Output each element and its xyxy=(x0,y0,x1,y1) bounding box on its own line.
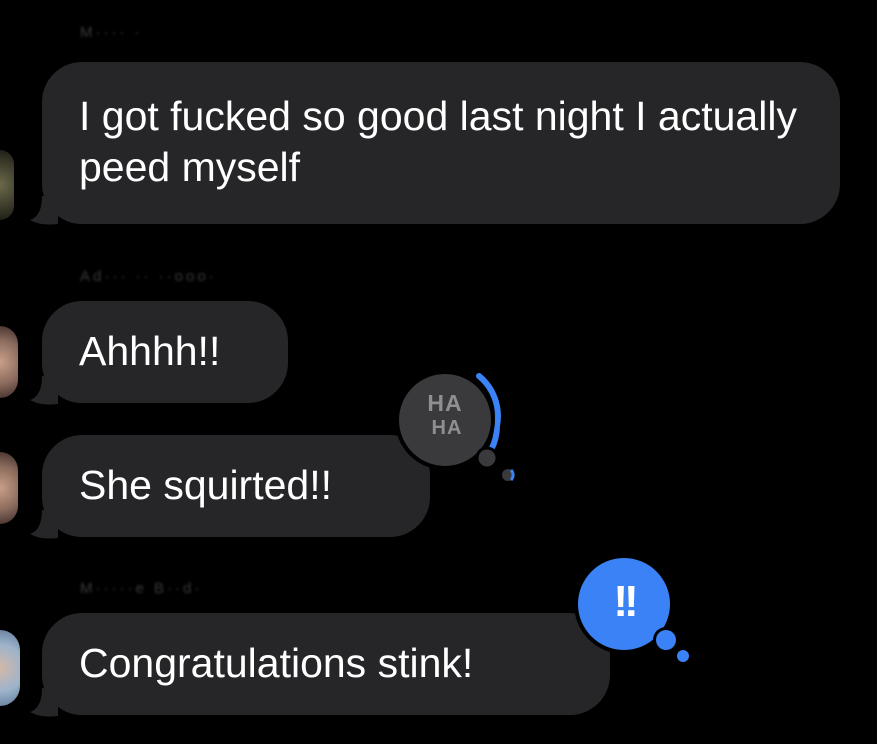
haha-label-bottom: HA xyxy=(431,417,463,439)
haha-label-top: HA xyxy=(427,390,463,416)
message-text: I got fucked so good last night I actual… xyxy=(79,93,809,190)
message-bubble[interactable]: She squirted!! xyxy=(42,435,430,537)
avatar[interactable] xyxy=(0,150,14,220)
avatar[interactable] xyxy=(0,326,18,398)
exclamation-label: !! xyxy=(613,577,638,626)
avatar[interactable] xyxy=(0,630,20,706)
message-text: Congratulations stink! xyxy=(79,640,474,686)
sender-name: M···· · xyxy=(80,24,143,41)
avatar[interactable] xyxy=(0,452,18,524)
message-bubble[interactable]: I got fucked so good last night I actual… xyxy=(42,62,840,224)
sender-name: M·····e B··d· xyxy=(80,580,203,597)
message-text: She squirted!! xyxy=(79,462,332,508)
message-text: Ahhhh!! xyxy=(79,328,221,374)
haha-reaction-icon[interactable]: HA HA xyxy=(393,370,523,485)
message-bubble[interactable]: Ahhhh!! xyxy=(42,301,288,403)
message-bubble[interactable]: Congratulations stink! xyxy=(42,613,610,715)
sender-name: Ad··· ·· ··ooo· xyxy=(80,268,217,285)
exclamation-reaction-icon[interactable]: !! xyxy=(570,550,695,665)
